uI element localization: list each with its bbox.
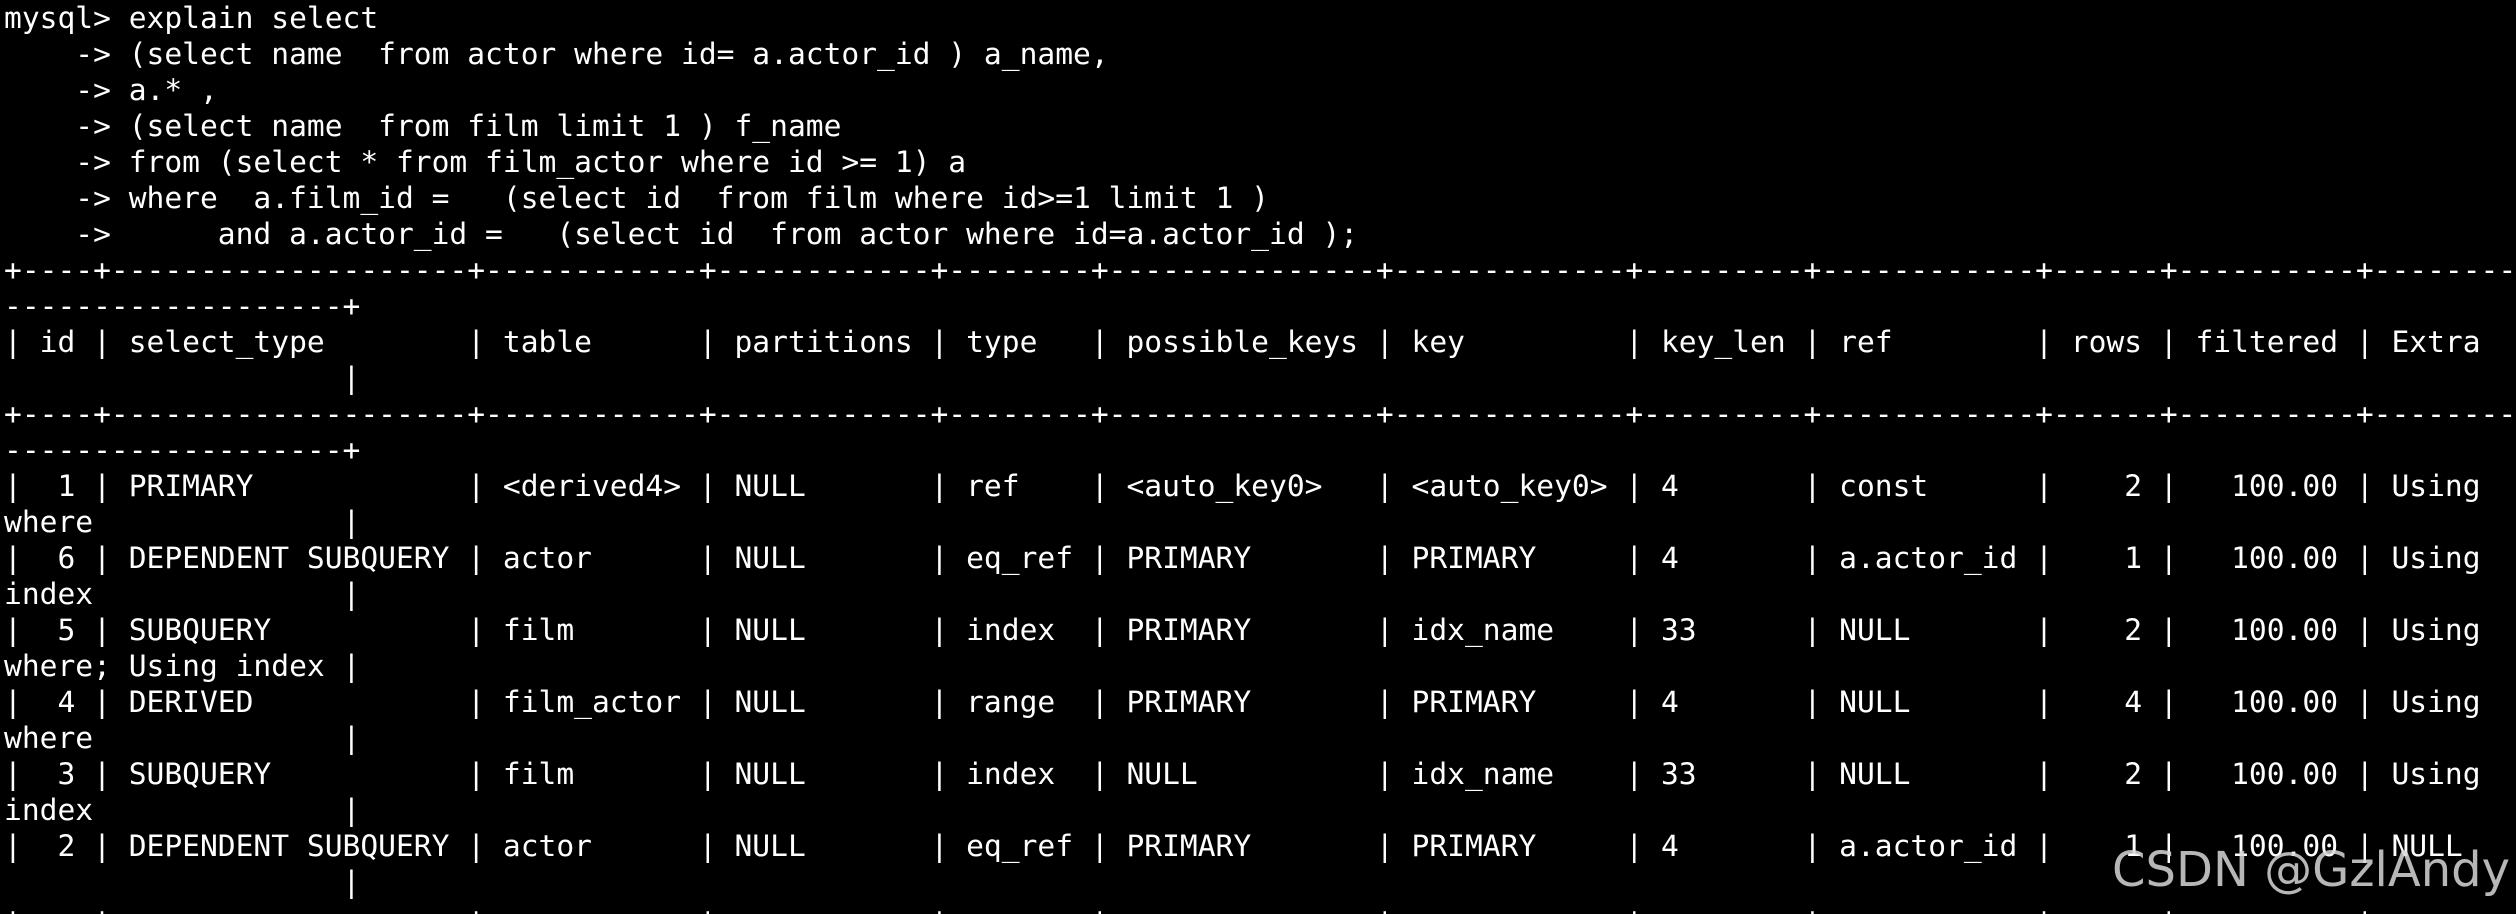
terminal-line-query: -> (select name from actor where id= a.a…	[4, 37, 1109, 71]
table-border: +----+--------------------+------------+…	[4, 900, 2512, 914]
table-row-wrap: |	[4, 865, 361, 899]
table-row: | 4 | DERIVED | film_actor | NULL | rang…	[4, 685, 2481, 719]
table-row: | 5 | SUBQUERY | film | NULL | index | P…	[4, 613, 2481, 647]
table-row-wrap: index |	[4, 793, 361, 827]
terminal-output[interactable]: mysql> explain select -> (select name fr…	[4, 0, 2512, 914]
table-border: +----+--------------------+------------+…	[4, 253, 2512, 287]
table-row-wrap: where |	[4, 505, 361, 539]
table-row: | 2 | DEPENDENT SUBQUERY | actor | NULL …	[4, 829, 2463, 863]
terminal-line-query: -> a.* ,	[4, 73, 218, 107]
table-row-wrap: index |	[4, 577, 361, 611]
terminal-line-query: -> from (select * from film_actor where …	[4, 145, 967, 179]
table-header-row: | id | select_type | table | partitions …	[4, 325, 2481, 359]
table-row: | 6 | DEPENDENT SUBQUERY | actor | NULL …	[4, 541, 2481, 575]
table-border-wrap: -------------------+	[4, 289, 361, 323]
table-border-wrap: -------------------+	[4, 433, 361, 467]
table-header-wrap: |	[4, 361, 361, 395]
table-row-wrap: where; Using index |	[4, 649, 361, 683]
terminal-line-query: -> where a.film_id = (select id from fil…	[4, 181, 1270, 215]
table-row-wrap: where |	[4, 721, 361, 755]
table-row: | 1 | PRIMARY | <derived4> | NULL | ref …	[4, 469, 2481, 503]
table-border: +----+--------------------+------------+…	[4, 397, 2512, 431]
terminal-line-query: -> (select name from film limit 1 ) f_na…	[4, 109, 842, 143]
terminal-line-prompt: mysql> explain select	[4, 1, 379, 35]
table-row: | 3 | SUBQUERY | film | NULL | index | N…	[4, 757, 2481, 791]
terminal-line-query: -> and a.actor_id = (select id from acto…	[4, 217, 1359, 251]
